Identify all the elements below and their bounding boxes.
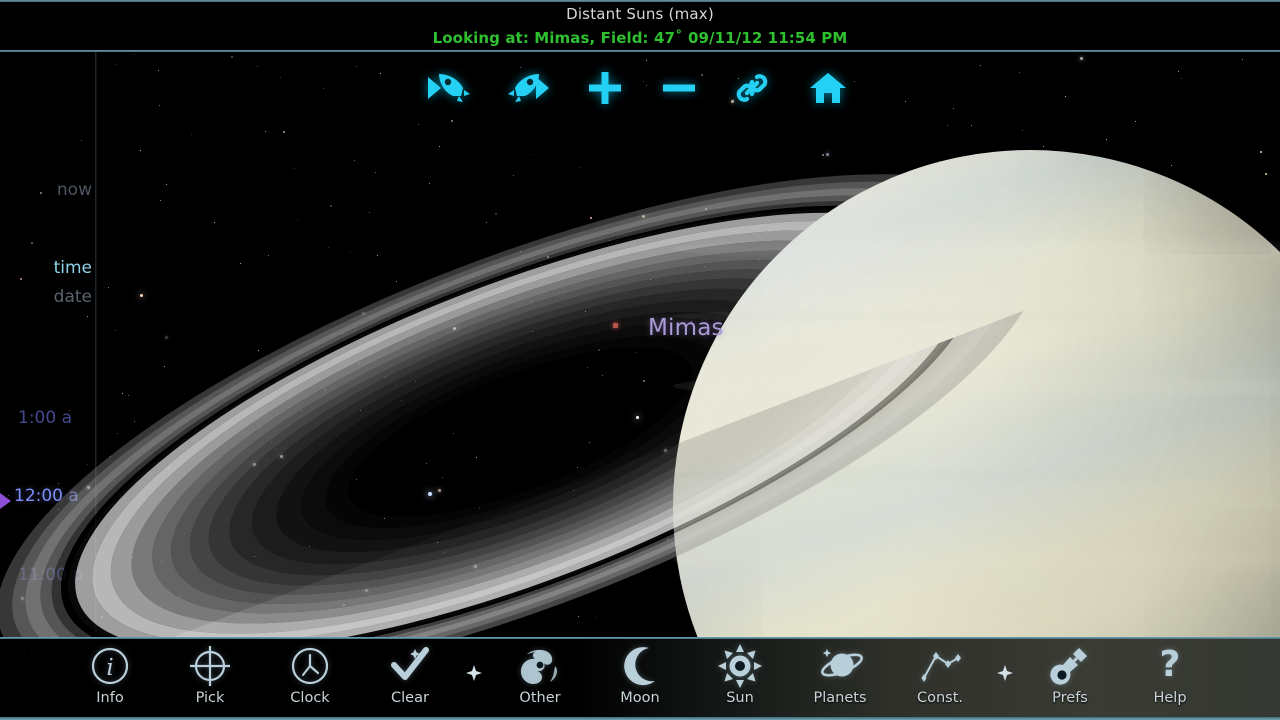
star <box>438 145 440 147</box>
separator-star-2 <box>995 663 1015 683</box>
sun-icon <box>717 643 763 689</box>
svg-text:?: ? <box>1160 644 1181 685</box>
info-circle-icon: i <box>89 643 131 689</box>
star <box>191 134 192 136</box>
star <box>355 65 357 67</box>
main-toolbar: i Info Pick Clock Clear Other Moon Sun Planets Co… <box>0 637 1280 720</box>
toolbar-button-pick[interactable]: Pick <box>168 639 252 717</box>
sky-view[interactable]: Mimas <box>0 2 1280 637</box>
toolbar-label-planets: Planets <box>813 690 867 706</box>
rocket-forward-icon[interactable] <box>500 62 556 114</box>
toolbar-button-help[interactable]: ? Help <box>1128 639 1212 717</box>
crosshair-icon <box>187 643 233 689</box>
now-label[interactable]: now <box>0 180 96 200</box>
star <box>264 131 266 133</box>
star <box>1259 150 1262 153</box>
svg-text:i: i <box>106 655 113 681</box>
toolbar-label-info: Info <box>96 690 124 706</box>
star <box>646 59 648 61</box>
galaxy-icon <box>517 643 563 689</box>
star <box>1079 56 1083 60</box>
star <box>107 286 109 288</box>
star <box>1043 145 1044 147</box>
toolbar-label-help: Help <box>1153 690 1187 706</box>
toolbar-button-info[interactable]: i Info <box>68 639 152 717</box>
toolbar-button-planets[interactable]: Planets <box>798 639 882 717</box>
star <box>1170 165 1172 167</box>
star <box>1106 139 1108 141</box>
star <box>140 150 142 152</box>
separator-star-1 <box>464 663 484 683</box>
toolbar-button-clear[interactable]: Clear <box>368 639 452 717</box>
toolbar-button-preferences[interactable]: Prefs <box>1028 639 1112 717</box>
star <box>980 65 981 67</box>
toolbar-label-sun: Sun <box>726 690 754 706</box>
mimas-marker[interactable] <box>613 323 618 328</box>
toolbar-label-clear: Clear <box>391 690 429 706</box>
star <box>1178 71 1180 73</box>
rocket-back-icon[interactable] <box>422 62 478 114</box>
app-window: Mimas Distant Suns (max) Looking at: Mim… <box>0 0 1280 720</box>
star <box>323 88 325 90</box>
star <box>214 222 216 224</box>
clock-icon <box>289 643 331 689</box>
star <box>374 171 376 173</box>
star <box>230 56 233 58</box>
star <box>379 73 381 74</box>
star <box>158 70 160 72</box>
star <box>417 124 419 126</box>
toolbar-label-clock: Clock <box>290 690 330 706</box>
app-title: Distant Suns (max) <box>566 5 714 23</box>
star <box>257 66 259 68</box>
toolbar-button-constellations[interactable]: Const. <box>898 639 982 717</box>
toolbar-label-preferences: Prefs <box>1052 690 1088 706</box>
star <box>282 131 285 134</box>
star <box>1242 59 1244 61</box>
star <box>134 54 136 56</box>
checkmark-icon <box>388 643 432 689</box>
toolbar-label-constellations: Const. <box>916 690 964 706</box>
constellation-icon <box>916 643 964 689</box>
crescent-icon <box>620 643 660 689</box>
toolbar-button-sun[interactable]: Sun <box>698 639 782 717</box>
star <box>1134 120 1136 122</box>
question-icon: ? <box>1153 643 1187 689</box>
star <box>158 105 160 106</box>
star <box>354 160 356 161</box>
object-label[interactable]: Mimas <box>648 315 724 341</box>
star <box>1265 172 1267 175</box>
star <box>280 76 282 78</box>
toolbar-button-other[interactable]: Other <box>498 639 582 717</box>
star <box>1018 72 1020 74</box>
planet-icon <box>816 643 864 689</box>
title-bar: Distant Suns (max) Looking at: Mimas, Fi… <box>0 2 1280 50</box>
toolbar-button-moon[interactable]: Moon <box>598 639 682 717</box>
toolbar-label-other: Other <box>519 690 561 706</box>
star <box>160 199 161 201</box>
star <box>1064 96 1066 98</box>
wrench-icon <box>1049 643 1091 689</box>
star <box>165 183 167 185</box>
status-line: Looking at: Mimas, Field: 47˚ 09/11/12 1… <box>432 29 848 47</box>
star <box>294 168 296 170</box>
star <box>1021 129 1023 131</box>
toolbar-button-clock[interactable]: Clock <box>268 639 352 717</box>
star <box>1181 77 1183 79</box>
star <box>115 64 117 66</box>
title-bar-divider <box>0 50 1280 52</box>
star <box>451 119 454 122</box>
toolbar-label-pick: Pick <box>195 690 225 706</box>
star <box>642 80 644 82</box>
toolbar-label-moon: Moon <box>620 690 660 706</box>
time-mode-label[interactable]: time <box>0 258 96 278</box>
